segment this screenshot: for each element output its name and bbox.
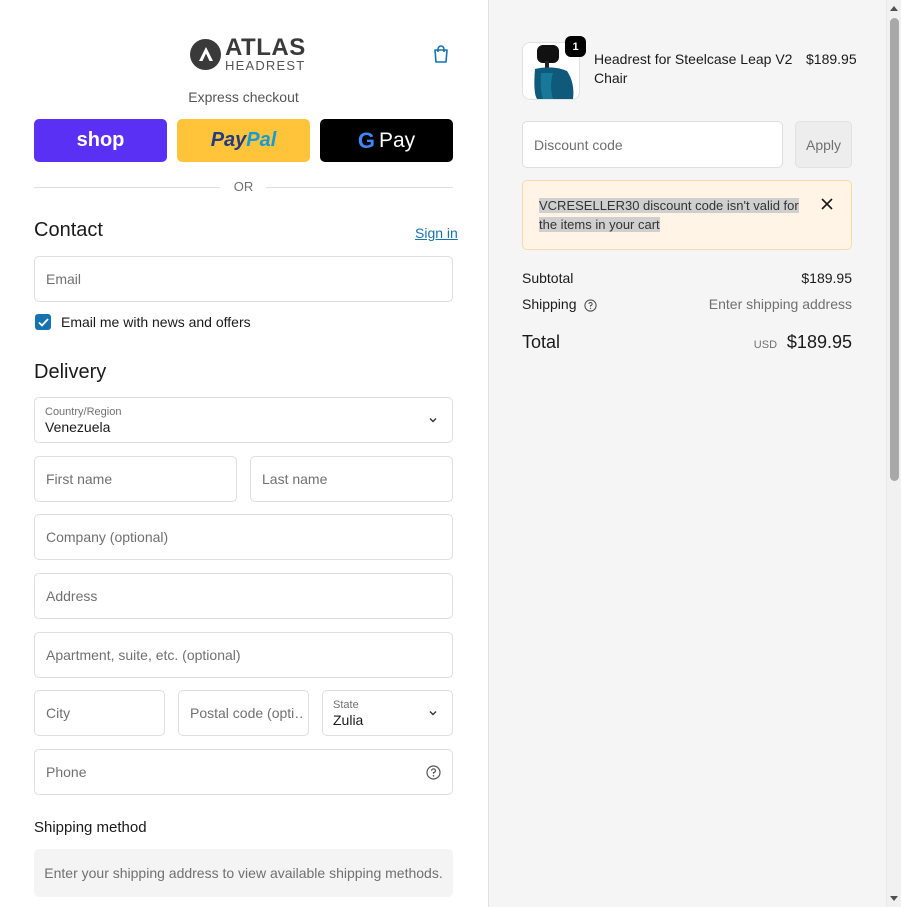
google-pay-label: Pay [378, 128, 416, 152]
shopping-bag-icon[interactable] [431, 44, 451, 64]
address-placeholder: Address [46, 588, 98, 604]
brand-name-sub: HEADREST [225, 58, 306, 73]
shop-pay-label: shop [76, 129, 125, 151]
google-g-icon: G [357, 127, 375, 153]
last-name-field[interactable]: Last name [250, 456, 453, 502]
city-placeholder: City [46, 705, 71, 721]
close-icon[interactable] [820, 197, 834, 211]
country-select[interactable]: Country/Region Venezuela [34, 397, 453, 443]
scroll-up-icon[interactable] [890, 6, 898, 11]
state-value: Zulia [333, 712, 364, 728]
newsletter-checkbox-row[interactable]: Email me with news and offers [35, 314, 251, 330]
product-name: Headrest for Steelcase Leap V2 Chair [594, 51, 793, 86]
address-field[interactable]: Address [34, 573, 453, 619]
email-field[interactable]: Email [34, 256, 453, 302]
paypal-button[interactable]: Pay Pal [177, 119, 310, 162]
postal-code-placeholder: Postal code (opti… [190, 705, 302, 721]
first-name-field[interactable]: First name [34, 456, 237, 502]
product-price: $189.95 [806, 51, 857, 67]
subtotal-value: $189.95 [801, 270, 852, 286]
delivery-heading: Delivery [34, 361, 107, 383]
discount-error-text: VCRESELLER30 discount code isn't valid f… [539, 198, 799, 232]
postal-code-field[interactable]: Postal code (opti… [178, 690, 309, 736]
scrollbar-thumb[interactable] [890, 18, 899, 481]
shipping-method-message-text: Enter your shipping address to view avai… [44, 865, 443, 881]
quantity-badge: 1 [565, 36, 586, 57]
sign-in-link[interactable]: Sign in [415, 225, 458, 241]
google-pay-button[interactable]: G Pay [320, 119, 453, 162]
chevron-down-icon [429, 418, 437, 423]
shipping-method-heading: Shipping method [34, 819, 147, 836]
paypal-label-part1: Pay [210, 129, 247, 151]
shipping-row: Shipping Enter shipping address [522, 296, 852, 312]
discount-code-placeholder: Discount code [534, 137, 623, 153]
brand-name-main: ATLAS [225, 34, 306, 61]
apply-label: Apply [805, 136, 842, 153]
or-divider: OR [34, 179, 453, 195]
total-value: $189.95 [786, 332, 852, 352]
phone-field[interactable]: Phone [34, 749, 453, 795]
shipping-method-message: Enter your shipping address to view avai… [34, 849, 453, 897]
company-placeholder: Company (optional) [46, 529, 169, 545]
apply-discount-button[interactable]: Apply [795, 121, 852, 168]
shipping-value: Enter shipping address [708, 296, 852, 312]
total-currency: USD [753, 339, 778, 351]
shop-pay-button[interactable]: shop [34, 119, 167, 162]
country-label: Country/Region [45, 406, 122, 418]
discount-code-input[interactable]: Discount code [522, 121, 783, 168]
subtotal-row: Subtotal $189.95 [522, 270, 852, 286]
first-name-placeholder: First name [46, 471, 113, 487]
paypal-label-part2: Pal [246, 129, 277, 151]
apartment-placeholder: Apartment, suite, etc. (optional) [46, 647, 241, 663]
scroll-down-icon[interactable] [890, 896, 898, 901]
state-select[interactable]: State Zulia [322, 690, 453, 736]
checkout-form-column: ATLAS HEADREST Express checkout shop Pay… [0, 0, 488, 907]
apartment-field[interactable]: Apartment, suite, etc. (optional) [34, 632, 453, 678]
brand-logo[interactable]: ATLAS HEADREST [190, 34, 306, 73]
contact-heading: Contact [34, 219, 103, 241]
state-label: State [333, 699, 359, 711]
email-placeholder: Email [46, 271, 82, 287]
newsletter-checkbox[interactable] [35, 314, 51, 330]
scrollbar[interactable] [886, 0, 901, 907]
help-icon[interactable] [426, 765, 441, 780]
discount-error-notice: VCRESELLER30 discount code isn't valid f… [522, 180, 852, 250]
last-name-placeholder: Last name [262, 471, 328, 487]
newsletter-label: Email me with news and offers [61, 314, 251, 330]
help-icon[interactable] [584, 299, 598, 312]
shipping-label: Shipping [522, 296, 577, 312]
phone-placeholder: Phone [46, 764, 87, 780]
company-field[interactable]: Company (optional) [34, 514, 453, 560]
subtotal-label: Subtotal [522, 270, 574, 286]
city-field[interactable]: City [34, 690, 165, 736]
total-label: Total [522, 332, 561, 352]
country-value: Venezuela [45, 419, 111, 435]
total-row: Total USD $189.95 [522, 332, 852, 353]
chevron-down-icon [429, 711, 437, 716]
express-checkout-label: Express checkout [188, 89, 299, 105]
atlas-logo-icon [190, 38, 221, 70]
